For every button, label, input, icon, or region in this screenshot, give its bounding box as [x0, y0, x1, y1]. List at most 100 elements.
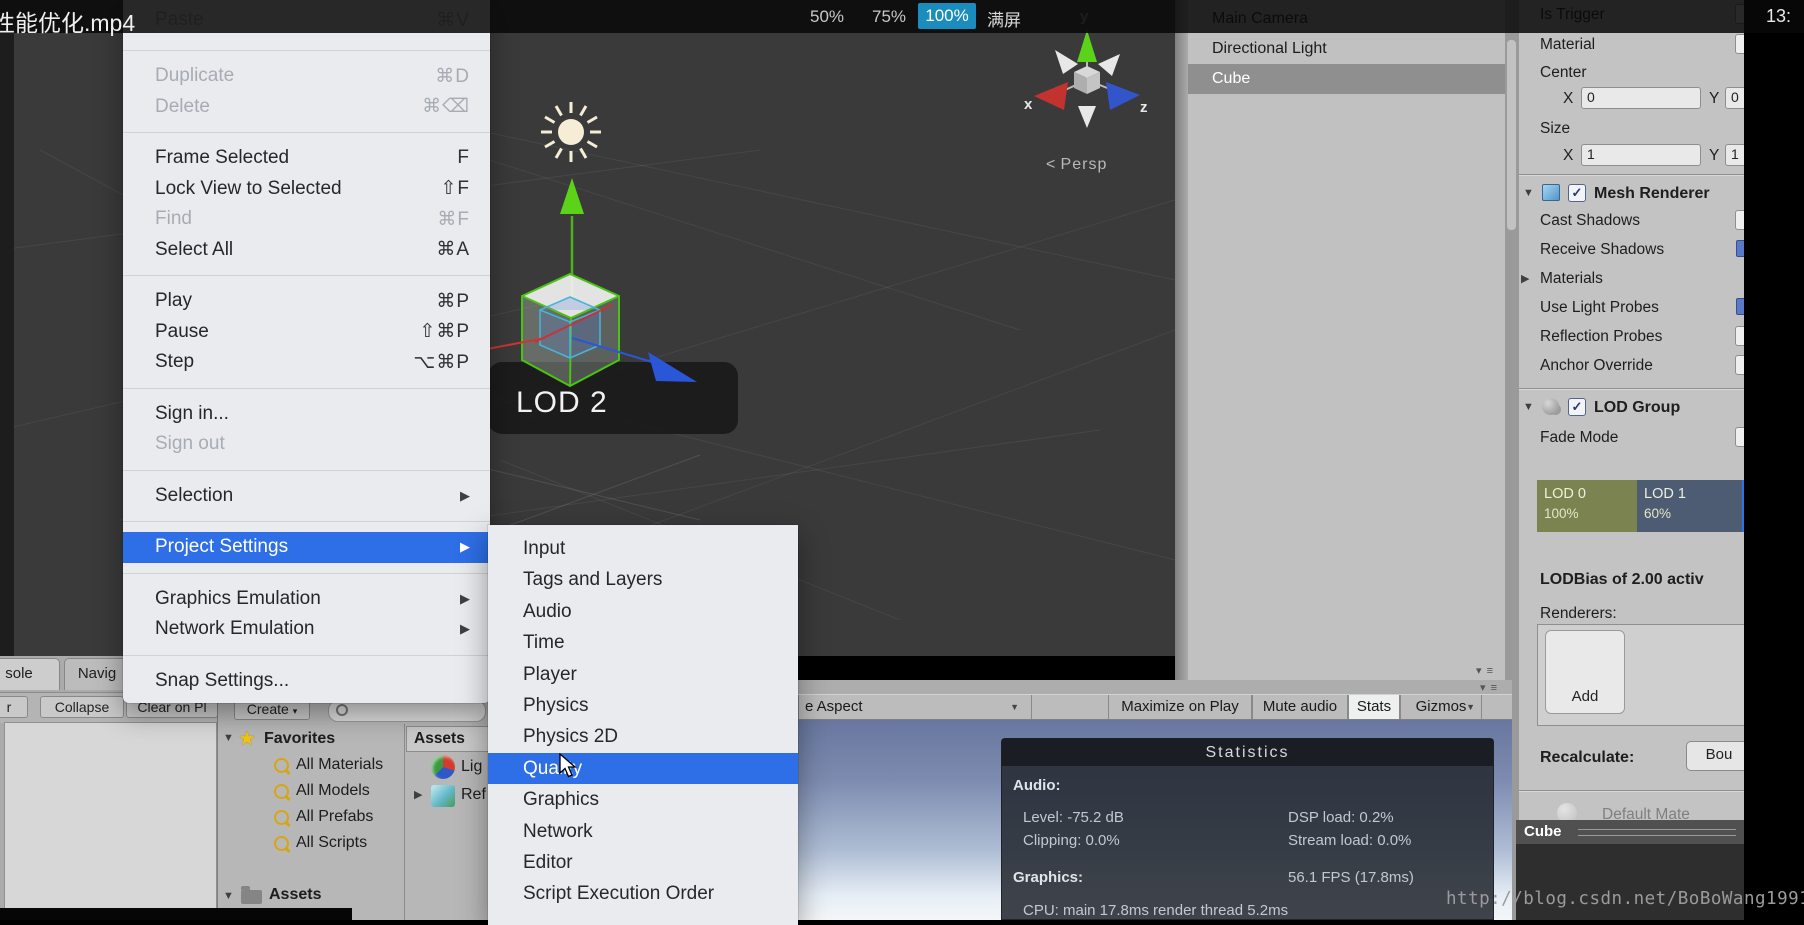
use-light-probes-label: Use Light Probes — [1540, 299, 1659, 317]
menu-item-lock-view[interactable]: Lock View to Selected⇧F — [123, 174, 490, 205]
lod-group-enabled-checkbox[interactable]: ✓ — [1568, 398, 1586, 416]
favorites-label[interactable]: Favorites — [264, 730, 335, 748]
menu-item-duplicate: Duplicate⌘D — [123, 61, 490, 92]
lod-group-icon — [1542, 398, 1559, 415]
center-label: Center — [1540, 64, 1587, 82]
favorites-fold-icon[interactable]: ▼ — [223, 732, 234, 744]
zoom-50-button[interactable]: 50% — [810, 7, 844, 27]
scene-hierarchy-divider[interactable] — [1175, 0, 1188, 680]
asset-file-2-fold-icon[interactable]: ▶ — [414, 788, 422, 801]
submenu-item-player[interactable]: Player — [488, 659, 798, 690]
menu-item-network-emulation[interactable]: Network Emulation▶ — [123, 614, 490, 645]
favorites-all-models[interactable]: All Models — [296, 782, 370, 800]
game-view-toolbar: e Aspect ▼ Maximize on Play Mute audio S… — [690, 694, 1512, 720]
mesh-renderer-fold-icon[interactable]: ▼ — [1523, 187, 1534, 199]
menu-item-find: Find⌘F — [123, 204, 490, 235]
favorites-all-prefabs[interactable]: All Prefabs — [296, 808, 373, 826]
menu-item-frame-selected[interactable]: Frame SelectedF — [123, 143, 490, 174]
search-icon — [336, 704, 348, 716]
submenu-item-audio[interactable]: Audio — [488, 596, 798, 627]
favorites-all-materials[interactable]: All Materials — [296, 756, 383, 774]
menu-item-sign-in[interactable]: Sign in... — [123, 399, 490, 430]
stats-button[interactable]: Stats — [1348, 695, 1400, 719]
lod0-chip[interactable]: LOD 0 100% — [1537, 480, 1637, 532]
project-search-input[interactable] — [328, 700, 486, 722]
center-x-field[interactable]: 0 — [1581, 87, 1701, 109]
size-x-field[interactable]: 1 — [1581, 144, 1701, 166]
materials-fold-icon[interactable]: ▶ — [1521, 272, 1529, 285]
mesh-renderer-icon — [1542, 184, 1560, 201]
menu-item-step[interactable]: Step⌥⌘P — [123, 347, 490, 378]
hierarchy-item-directional-light[interactable]: Directional Light — [1188, 34, 1512, 64]
favorites-star-icon: ★ — [238, 726, 256, 751]
mesh-renderer-enabled-checkbox[interactable]: ✓ — [1568, 184, 1586, 202]
hierarchy-item-cube[interactable]: Cube — [1188, 64, 1512, 94]
submenu-item-quality[interactable]: Quality — [488, 753, 798, 784]
menu-separator — [123, 122, 490, 143]
gizmo-axis-x-label[interactable]: x — [1024, 96, 1032, 113]
zoom-100-button[interactable]: 100% — [918, 3, 976, 29]
inspector-scrollbar[interactable] — [1507, 40, 1516, 230]
all-materials-search-icon — [274, 758, 289, 773]
submenu-item-script-execution-order[interactable]: Script Execution Order — [488, 878, 798, 909]
submenu-item-tags-and-layers[interactable]: Tags and Layers — [488, 564, 798, 595]
lod1-chip[interactable]: LOD 1 60% — [1637, 480, 1742, 532]
clear-button[interactable]: r — [0, 696, 28, 718]
menu-item-snap-settings[interactable]: Snap Settings... — [123, 666, 490, 697]
collapse-button[interactable]: Collapse — [40, 696, 124, 718]
submenu-item-input[interactable]: Input — [488, 533, 798, 564]
game-panel-menu-icon[interactable]: ▾ ≡ — [1480, 681, 1498, 694]
preview-header[interactable]: Cube — [1516, 820, 1744, 844]
asset-file-2[interactable]: Ref — [461, 786, 486, 804]
lod0-name: LOD 0 — [1537, 480, 1637, 502]
dsp-load: DSP load: 0.2% — [1288, 809, 1394, 826]
tab-navigation[interactable]: Navig — [64, 658, 130, 690]
assets-tree-label[interactable]: Assets — [269, 886, 321, 904]
zoom-75-button[interactable]: 75% — [872, 7, 906, 27]
audio-clipping: Clipping: 0.0% — [1023, 832, 1120, 849]
submenu-item-physics-2d[interactable]: Physics 2D — [488, 721, 798, 752]
cpu-timing: CPU: main 17.8ms render thread 5.2ms — [1023, 902, 1288, 919]
inspector-separator-2 — [1519, 388, 1745, 390]
mute-audio-button[interactable]: Mute audio — [1252, 695, 1348, 719]
tab-console[interactable]: sole — [0, 658, 60, 690]
menu-item-pause[interactable]: Pause⇧⌘P — [123, 317, 490, 348]
hierarchy-panel[interactable]: Main Camera Directional Light Cube ▾ ≡ — [1188, 0, 1512, 681]
menu-item-select-all[interactable]: Select All⌘A — [123, 235, 490, 266]
fullscreen-button[interactable]: 满屏 — [987, 6, 1021, 31]
preview-drag-handle[interactable] — [1578, 829, 1736, 836]
gizmo-axis-z-label[interactable]: z — [1140, 99, 1148, 116]
recalculate-bounds-button[interactable]: Bou — [1686, 741, 1752, 771]
submenu-item-time[interactable]: Time — [488, 627, 798, 658]
persp-label[interactable]: < Persp — [1046, 156, 1107, 174]
aspect-dropdown[interactable]: e Aspect ▼ — [798, 695, 1032, 719]
submenu-item-physics[interactable]: Physics — [488, 690, 798, 721]
maximize-on-play-button[interactable]: Maximize on Play — [1108, 695, 1252, 719]
directional-light-icon — [541, 102, 601, 162]
assets-fold-icon[interactable]: ▼ — [223, 890, 234, 902]
menu-item-selection[interactable]: Selection▶ — [123, 481, 490, 512]
console-log-area[interactable] — [4, 722, 217, 910]
lod-bias-note: LODBias of 2.00 activ — [1540, 571, 1704, 589]
hierarchy-panel-menu-icon[interactable]: ▾ ≡ — [1476, 664, 1494, 677]
menu-item-graphics-emulation[interactable]: Graphics Emulation▶ — [123, 584, 490, 615]
add-renderer-button[interactable]: Add — [1545, 630, 1625, 714]
submenu-item-network[interactable]: Network — [488, 816, 798, 847]
gizmos-dropdown[interactable]: Gizmos ▼ — [1400, 695, 1482, 719]
menu-item-play[interactable]: Play⌘P — [123, 286, 490, 317]
assets-column-tab[interactable]: Assets▸ — [406, 726, 500, 752]
favorites-all-scripts[interactable]: All Scripts — [296, 834, 367, 852]
asset-file-1[interactable]: Lig — [461, 758, 482, 776]
project-columns-divider[interactable] — [404, 724, 405, 920]
submenu-arrow-icon: ▶ — [460, 539, 470, 555]
submenu-item-graphics[interactable]: Graphics — [488, 784, 798, 815]
menu-separator — [123, 645, 490, 666]
center-x-label: X — [1563, 90, 1573, 108]
scene-left-edge — [0, 33, 14, 656]
submenu-item-editor[interactable]: Editor — [488, 847, 798, 878]
material-label: Material — [1540, 36, 1595, 54]
lod-group-fold-icon[interactable]: ▼ — [1523, 401, 1534, 413]
menu-separator — [123, 40, 490, 61]
anchor-override-label: Anchor Override — [1540, 357, 1653, 375]
menu-item-project-settings[interactable]: Project Settings▶ — [123, 532, 490, 563]
